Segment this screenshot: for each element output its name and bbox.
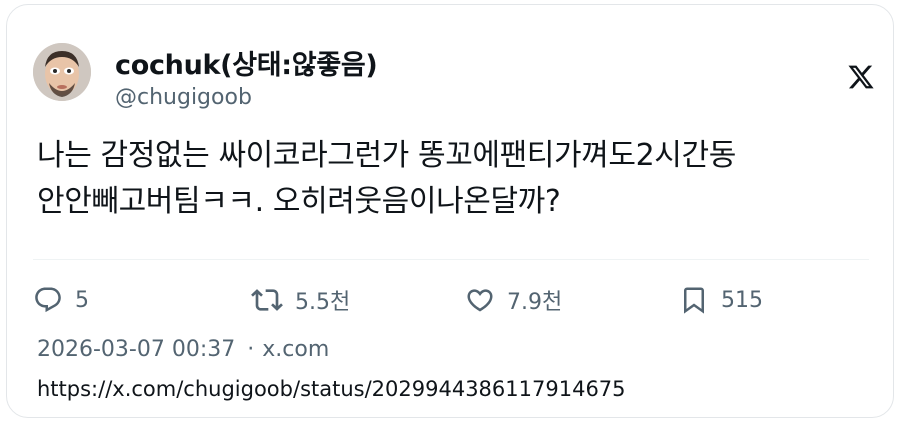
retweet-count: 5.5천: [295, 290, 351, 315]
bookmark-button[interactable]: 515: [679, 283, 763, 317]
tweet-line: 나는 감정없는 싸이코라그런가 똥꼬에팬티가껴도2시간동: [37, 138, 736, 173]
like-button[interactable]: 7.9천: [465, 283, 562, 317]
tweet-card: cochuk(상태:않좋음) @chugigoob 나는 감정없는 싸이코라그런…: [6, 4, 894, 418]
meta-separator: ·: [247, 337, 255, 362]
status-url[interactable]: https://x.com/chugigoob/status/202994438…: [37, 377, 626, 401]
display-name[interactable]: cochuk(상태:않좋음): [115, 43, 378, 82]
divider: [33, 259, 869, 260]
tweet-meta: 2026-03-07 00:37 · x.com: [37, 337, 329, 362]
heart-icon: [467, 289, 493, 312]
source-link[interactable]: x.com: [262, 337, 329, 362]
user-handle[interactable]: @chugigoob: [115, 85, 252, 110]
face-avatar-icon: [33, 43, 91, 101]
avatar[interactable]: [33, 43, 91, 101]
tweet-text: 나는 감정없는 싸이코라그런가 똥꼬에팬티가껴도2시간동 안안빼고버팀ㅋㅋ. 오…: [37, 133, 877, 225]
like-count: 7.9천: [507, 290, 563, 315]
retweet-icon: [251, 289, 283, 311]
bookmark-count: 515: [721, 287, 763, 313]
bookmark-icon: [684, 287, 704, 314]
reply-icon: [35, 287, 61, 313]
reply-button[interactable]: 5: [33, 283, 89, 317]
tweet-line: 안안빼고버팀ㅋㅋ. 오히려웃음이나온달까?: [37, 184, 561, 219]
retweet-button[interactable]: 5.5천: [251, 283, 350, 317]
x-logo-icon[interactable]: [847, 63, 875, 91]
timestamp[interactable]: 2026-03-07 00:37: [37, 337, 235, 362]
reply-count: 5: [75, 287, 89, 313]
